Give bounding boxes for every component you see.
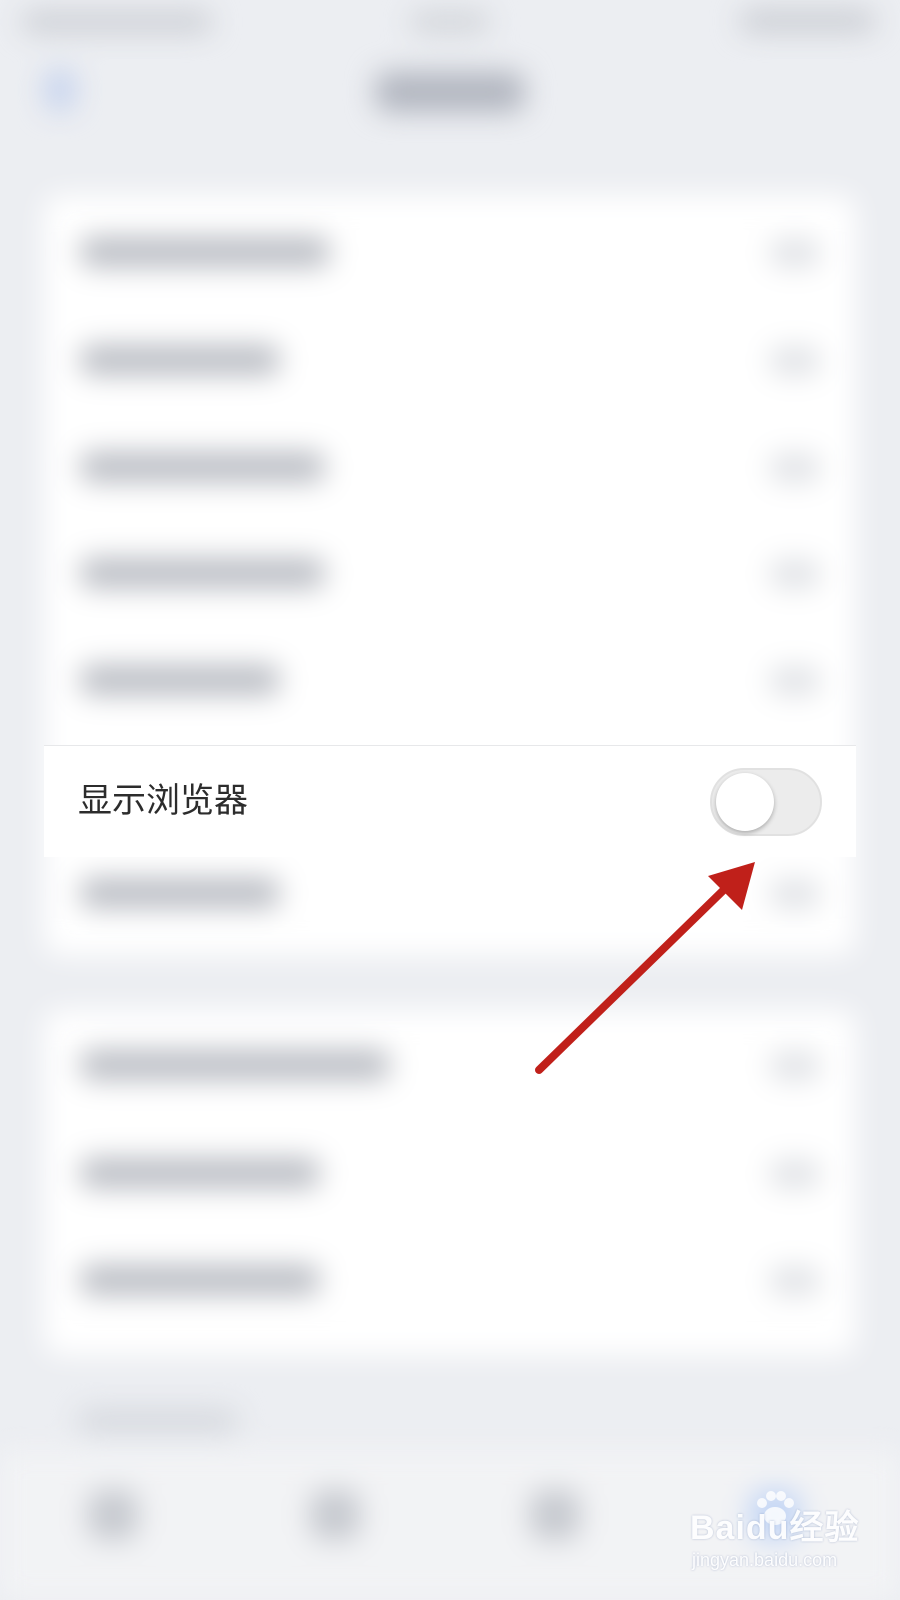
tab-2-icon[interactable] bbox=[310, 1490, 360, 1540]
watermark-logo-text: Baidu经验 bbox=[690, 1509, 860, 1547]
status-bar-time bbox=[22, 12, 212, 32]
status-bar bbox=[0, 0, 900, 50]
section-footer-label bbox=[78, 1410, 238, 1432]
settings-row-5-control[interactable] bbox=[770, 667, 820, 695]
settings-row-7-control[interactable] bbox=[770, 880, 820, 908]
toggle-knob bbox=[716, 773, 774, 831]
settings-screen: 显示浏览器 Baidu经验 jingyan.baidu.com bbox=[0, 0, 900, 1600]
settings-row-2-control[interactable] bbox=[770, 347, 820, 375]
settings-row-3[interactable] bbox=[80, 452, 325, 482]
row-divider bbox=[44, 745, 856, 746]
settings-row-2[interactable] bbox=[80, 345, 280, 375]
settings-row-5[interactable] bbox=[80, 665, 280, 695]
settings-row-9[interactable] bbox=[80, 1158, 320, 1188]
baidu-jingyan-watermark: Baidu经验 jingyan.baidu.com bbox=[690, 1491, 890, 1590]
status-bar-indicators bbox=[740, 10, 875, 32]
settings-row-1[interactable] bbox=[80, 237, 330, 267]
settings-row-9-control[interactable] bbox=[770, 1160, 820, 1188]
settings-row-7[interactable] bbox=[80, 878, 280, 908]
settings-group-2 bbox=[44, 1010, 856, 1355]
page-title bbox=[375, 72, 525, 112]
show-browser-label: 显示浏览器 bbox=[78, 781, 248, 821]
show-browser-toggle[interactable] bbox=[710, 768, 822, 836]
tab-1-icon[interactable] bbox=[88, 1490, 138, 1540]
watermark-url: jingyan.baidu.com bbox=[692, 1550, 838, 1570]
settings-row-8[interactable] bbox=[80, 1050, 390, 1080]
settings-row-3-control[interactable] bbox=[770, 454, 820, 482]
settings-row-4-control[interactable] bbox=[770, 560, 820, 588]
tab-3-icon[interactable] bbox=[530, 1490, 580, 1540]
status-bar-center bbox=[410, 12, 490, 32]
settings-row-8-control[interactable] bbox=[770, 1052, 820, 1080]
back-button[interactable] bbox=[45, 70, 75, 110]
settings-row-10-control[interactable] bbox=[770, 1267, 820, 1295]
settings-row-1-control[interactable] bbox=[770, 239, 820, 267]
settings-row-4[interactable] bbox=[80, 558, 325, 588]
settings-row-10[interactable] bbox=[80, 1265, 320, 1295]
